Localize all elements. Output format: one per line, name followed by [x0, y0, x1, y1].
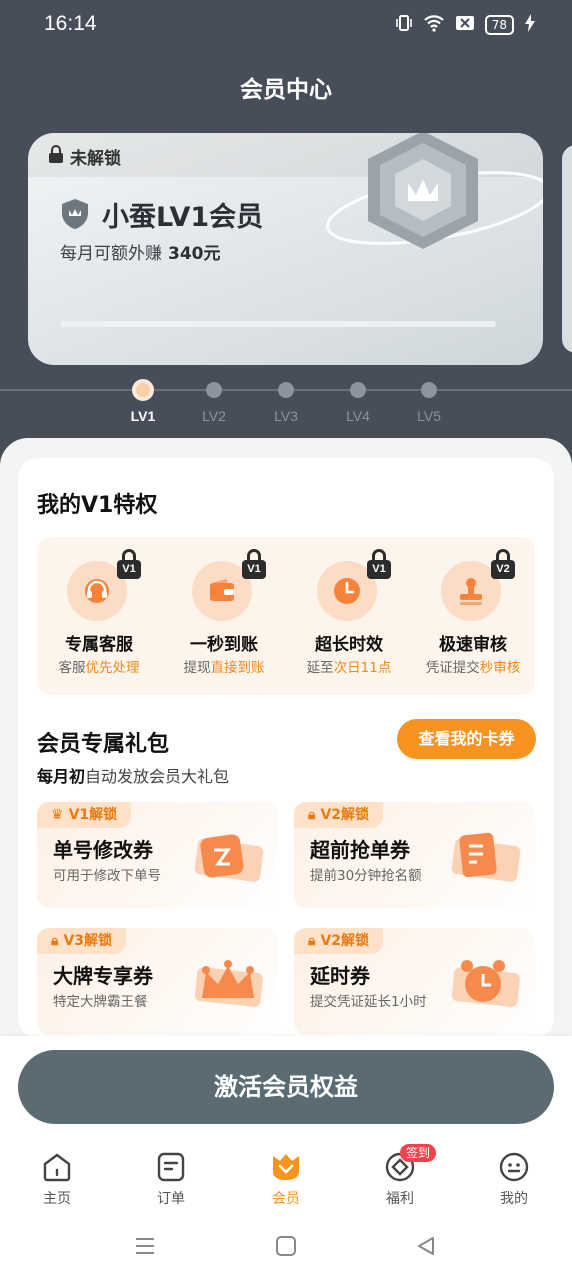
nav-label: 主页 [43, 1191, 71, 1207]
crown-ticket-icon [194, 960, 263, 1007]
level-dot-lv3[interactable] [278, 382, 294, 398]
coupon-card[interactable]: 🔒︎ V2解锁 延时券 提交凭证延长1小时 [294, 928, 535, 1034]
nav-label: 订单 [157, 1191, 185, 1207]
privilege-desc: 延至次日11点 [306, 660, 392, 676]
privilege-name: 一秒到账 [190, 635, 258, 655]
home-button-icon[interactable] [275, 1235, 297, 1257]
bottom-nav: 主页 订单 会员 签到 福利 我的 [0, 1138, 572, 1220]
level-dot-lv5[interactable] [421, 382, 437, 398]
alarm-ticket-icon [451, 960, 520, 1007]
lock-label: 未解锁 [70, 149, 121, 169]
list-ticket-icon [451, 832, 521, 882]
nav-profile[interactable]: 我的 [474, 1150, 554, 1216]
view-my-coupons-button[interactable]: 查看我的卡券 [397, 719, 536, 759]
nav-home[interactable]: 主页 [17, 1150, 97, 1216]
privilege-item[interactable]: V1 一秒到账 提现直接到账 [162, 537, 286, 695]
coupon-card[interactable]: ♛ V1解锁 单号修改券 可用于修改下单号 [37, 802, 278, 908]
level-label-lv4[interactable]: LV4 [338, 408, 378, 424]
status-time: 16:14 [44, 12, 97, 35]
check-in-badge: 签到 [400, 1144, 437, 1162]
coupon-desc: 提交凭证延长1小时 [310, 994, 427, 1010]
nav-label: 福利 [386, 1191, 414, 1207]
nav-welfare[interactable]: 签到 福利 [360, 1144, 440, 1216]
level-label-lv3[interactable]: LV3 [266, 408, 306, 424]
crown-icon: ♛ [51, 807, 64, 823]
edit-ticket-icon [194, 834, 264, 882]
privilege-name: 专属客服 [65, 635, 133, 655]
coupon-unlock-tag: ♛ V1解锁 [37, 802, 132, 828]
profile-icon [499, 1152, 529, 1182]
privilege-desc: 凭证提交秒审核 [425, 660, 521, 676]
earning-amount: 340元 [168, 244, 221, 264]
level-dot-lv4[interactable] [350, 382, 366, 398]
back-icon[interactable] [415, 1235, 437, 1257]
coupon-title: 延时券 [310, 964, 370, 988]
status-bar: 16:14 78 [0, 0, 572, 50]
coupon-title: 大牌专享券 [53, 964, 153, 988]
nav-orders[interactable]: 订单 [131, 1150, 211, 1216]
lock-icon [49, 145, 63, 163]
lock-icon: V1 [242, 549, 266, 579]
privilege-item[interactable]: V1 专属客服 客服优先处理 [37, 537, 161, 695]
level-label-lv5[interactable]: LV5 [409, 408, 449, 424]
lock-icon: V1 [117, 549, 141, 579]
lock-icon: 🔒︎ [308, 933, 316, 949]
home-icon [43, 1153, 71, 1182]
vibrate-icon [395, 14, 413, 36]
coupon-unlock-tag: 🔒︎ V2解锁 [294, 802, 384, 828]
page-title: 会员中心 [240, 77, 332, 103]
privilege-name: 极速审核 [439, 635, 507, 655]
next-level-card-peek[interactable] [562, 145, 572, 353]
level-progress-bar [60, 321, 496, 327]
level-label-lv2[interactable]: LV2 [194, 408, 234, 424]
coupon-desc: 特定大牌霸王餐 [53, 994, 148, 1010]
charging-icon [524, 14, 536, 36]
privilege-item[interactable]: V2 极速审核 凭证提交秒审核 [411, 537, 535, 695]
wifi-icon [423, 14, 445, 36]
status-icons: 78 [395, 14, 536, 36]
coupon-title: 超前抢单券 [310, 838, 410, 862]
coupon-desc: 可用于修改下单号 [53, 868, 161, 884]
shield-icon [62, 199, 88, 229]
level-dot-lv2[interactable] [206, 382, 222, 398]
privileges-title: 我的V1特权 [37, 493, 158, 518]
coupon-card[interactable]: 🔒︎ V3解锁 大牌专享券 特定大牌霸王餐 [37, 928, 278, 1034]
gift-pack-subtitle: 每月初自动发放会员大礼包 [37, 767, 230, 786]
coupon-desc: 提前30分钟抢名额 [310, 868, 422, 884]
coupon-title: 单号修改券 [53, 838, 153, 862]
sim-off-icon [455, 15, 475, 35]
coupon-card[interactable]: 🔒︎ V2解锁 超前抢单券 提前30分钟抢名额 [294, 802, 535, 908]
privilege-desc: 提现直接到账 [183, 660, 265, 676]
level-label-lv1[interactable]: LV1 [123, 408, 163, 424]
order-icon [157, 1152, 185, 1182]
coupon-unlock-tag: 🔒︎ V3解锁 [37, 928, 127, 954]
nav-label: 会员 [272, 1191, 300, 1207]
lock-icon: 🔒︎ [308, 807, 316, 823]
privileges-grid: V1 专属客服 客服优先处理 V1 一秒到账 提现直接到账 V1 超长时效 延至… [37, 537, 535, 695]
level-name: 小蚕LV1会员 [102, 202, 264, 233]
vip-icon [273, 1154, 299, 1180]
nav-label: 我的 [500, 1191, 528, 1207]
activate-membership-button[interactable]: 激活会员权益 [18, 1050, 554, 1124]
privilege-desc: 客服优先处理 [58, 660, 140, 676]
privilege-item[interactable]: V1 超长时效 延至次日11点 [287, 537, 411, 695]
lock-icon: 🔒︎ [51, 933, 59, 949]
level-badge-icon [326, 133, 543, 249]
nav-vip[interactable]: 会员 [246, 1150, 326, 1216]
gift-pack-title: 会员专属礼包 [37, 732, 170, 757]
recent-apps-icon[interactable] [134, 1236, 156, 1256]
battery-level: 78 [484, 15, 514, 35]
level-dot-lv1[interactable] [132, 379, 154, 401]
level-card[interactable]: 未解锁 小蚕LV1会员 每月可额外赚 340元 [28, 133, 543, 365]
lock-icon: V2 [491, 549, 515, 579]
lock-icon: V1 [367, 549, 391, 579]
system-nav-bar [0, 1220, 572, 1280]
coupon-unlock-tag: 🔒︎ V2解锁 [294, 928, 384, 954]
level-earning: 每月可额外赚 340元 [60, 244, 221, 264]
privilege-name: 超长时效 [315, 635, 383, 655]
